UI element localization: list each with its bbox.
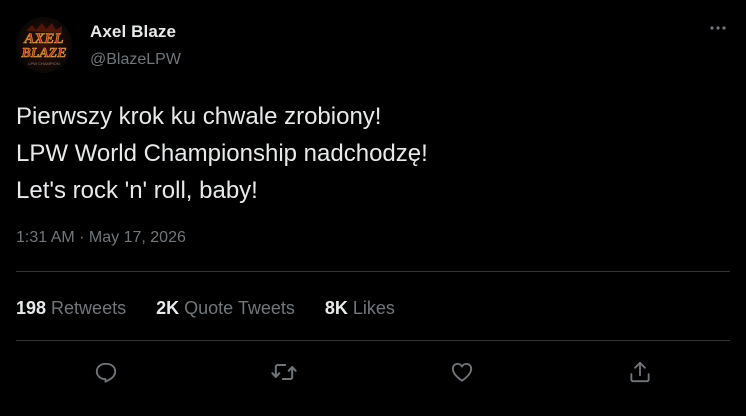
- retweets-stat[interactable]: 198 Retweets: [16, 298, 126, 319]
- more-horizontal-icon: [710, 26, 726, 30]
- share-icon: [630, 361, 650, 383]
- tweet-text: Pierwszy krok ku chwale zrobiony! LPW Wo…: [16, 98, 716, 209]
- divider: [16, 340, 730, 341]
- reply-icon: [95, 362, 117, 383]
- tweet-timestamp[interactable]: 1:31 AM · May 17, 2026: [16, 229, 186, 247]
- tweet-line: LPW World Championship nadchodzę!: [16, 140, 428, 167]
- likes-count: 8K: [324, 297, 348, 318]
- author-name[interactable]: Axel Blaze: [90, 22, 176, 42]
- author-handle[interactable]: @BlazeLPW: [90, 51, 181, 69]
- retweets-count: 198: [16, 297, 47, 318]
- quotes-label: Quote Tweets: [184, 297, 295, 318]
- divider: [16, 271, 730, 272]
- tweet-line: Let's rock 'n' roll, baby!: [16, 177, 258, 204]
- likes-label: Likes: [352, 297, 395, 318]
- avatar[interactable]: AXEL BLAZE LPW CHAMPION: [16, 17, 72, 73]
- tweet-card: AXEL BLAZE LPW CHAMPION Axel Blaze @Blaz…: [0, 0, 746, 416]
- avatar-text-2: BLAZE: [20, 46, 66, 61]
- reply-button[interactable]: [91, 357, 121, 387]
- avatar-text-3: LPW CHAMPION: [28, 61, 59, 66]
- engagement-stats: 198 Retweets 2K Quote Tweets 8K Likes: [16, 296, 425, 320]
- quotes-count: 2K: [156, 297, 180, 318]
- tweet-line: Pierwszy krok ku chwale zrobiony!: [16, 103, 382, 130]
- share-button[interactable]: [625, 357, 655, 387]
- more-options-button[interactable]: [706, 16, 730, 40]
- retweets-label: Retweets: [51, 297, 127, 318]
- quotes-stat[interactable]: 2K Quote Tweets: [156, 298, 295, 319]
- heart-icon: [451, 362, 473, 382]
- axel-blaze-logo-icon: AXEL BLAZE LPW CHAMPION: [16, 17, 72, 73]
- retweet-button[interactable]: [269, 357, 299, 387]
- like-button[interactable]: [447, 357, 477, 387]
- avatar-text-1: AXEL: [23, 31, 63, 47]
- likes-stat[interactable]: 8K Likes: [325, 298, 395, 319]
- retweet-icon: [271, 364, 297, 380]
